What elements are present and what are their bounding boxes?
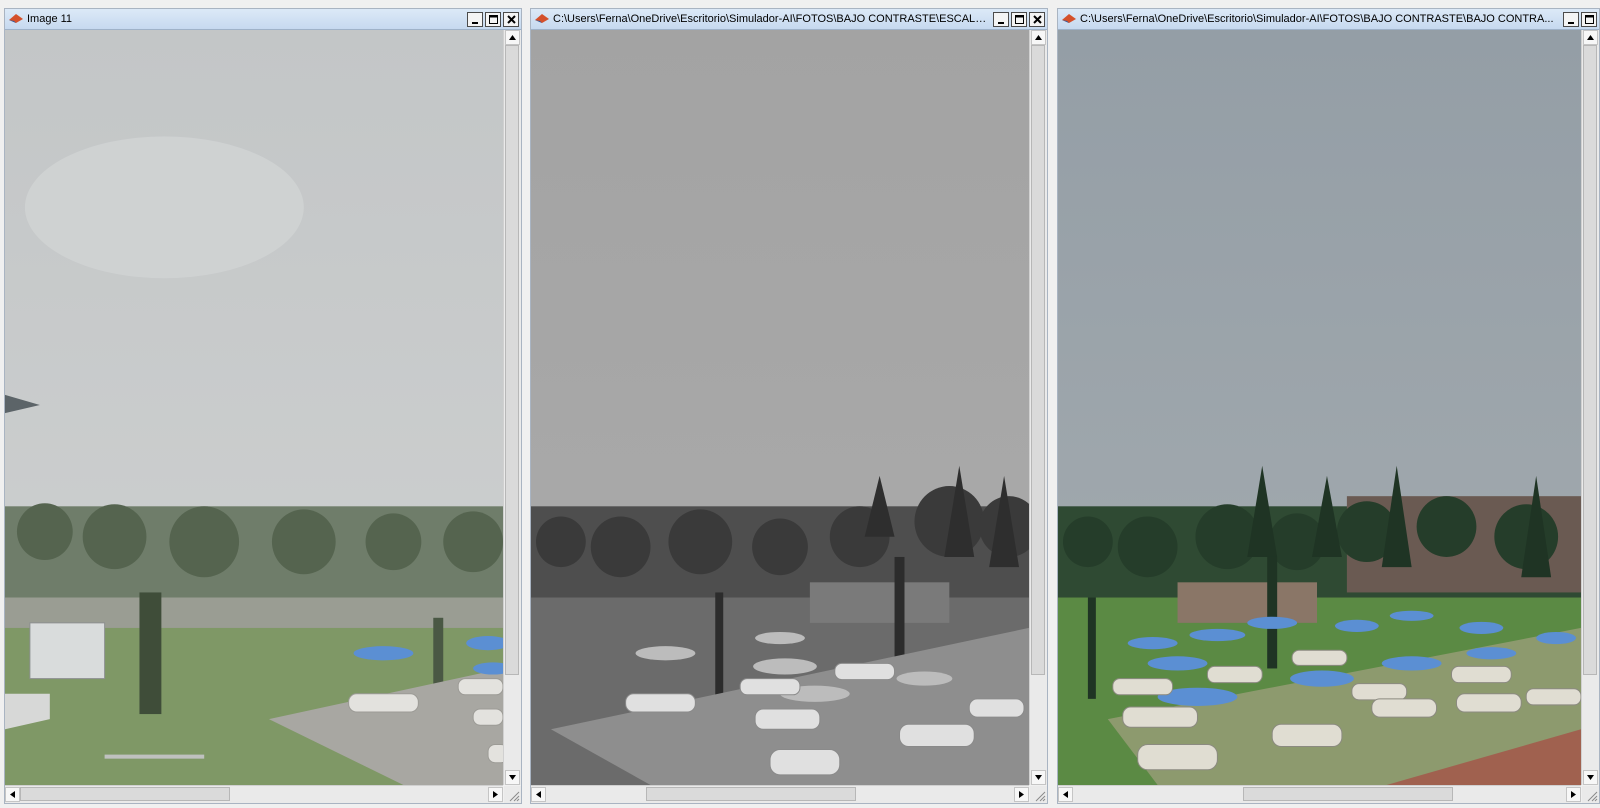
resize-grip-icon bbox=[1587, 791, 1598, 802]
matlab-figure-icon bbox=[535, 14, 549, 23]
vertical-scrollbar[interactable] bbox=[1029, 30, 1047, 785]
matlab-figure-icon bbox=[9, 14, 23, 23]
image-window-3[interactable]: C:\Users\Ferna\OneDrive\Escritorio\Simul… bbox=[1057, 8, 1600, 804]
vertical-scroll-thumb[interactable] bbox=[505, 45, 519, 675]
horizontal-scrollbar[interactable] bbox=[1058, 785, 1581, 803]
scroll-right-button[interactable] bbox=[1014, 787, 1029, 802]
scroll-down-button[interactable] bbox=[1583, 770, 1598, 785]
resize-grip-icon bbox=[1035, 791, 1046, 802]
arrow-left-icon bbox=[1063, 791, 1068, 798]
image-viewport[interactable] bbox=[1058, 30, 1581, 785]
resize-grip[interactable] bbox=[1030, 786, 1047, 803]
arrow-left-icon bbox=[10, 791, 15, 798]
title-bar[interactable]: Image 11 bbox=[5, 9, 521, 30]
resize-grip[interactable] bbox=[504, 786, 521, 803]
scroll-left-button[interactable] bbox=[5, 787, 20, 802]
close-icon bbox=[1032, 14, 1042, 24]
arrow-down-icon bbox=[509, 775, 516, 780]
arrow-left-icon bbox=[536, 791, 541, 798]
vertical-scroll-thumb[interactable] bbox=[1583, 45, 1597, 675]
window-title: Image 11 bbox=[27, 13, 73, 25]
vertical-scrollbar[interactable] bbox=[503, 30, 521, 785]
vertical-scroll-thumb[interactable] bbox=[1031, 45, 1045, 675]
resize-grip-icon bbox=[509, 791, 520, 802]
maximize-button[interactable] bbox=[1011, 11, 1027, 27]
close-icon bbox=[506, 14, 516, 24]
minimize-icon bbox=[997, 21, 1004, 24]
scroll-left-button[interactable] bbox=[1058, 787, 1073, 802]
window-title: C:\Users\Ferna\OneDrive\Escritorio\Simul… bbox=[1080, 13, 1554, 25]
horizontal-scroll-thumb[interactable] bbox=[20, 787, 230, 801]
campus-photo-grayscale bbox=[531, 30, 1029, 785]
image-viewport[interactable] bbox=[531, 30, 1029, 785]
matlab-figure-icon bbox=[1062, 14, 1076, 23]
scroll-up-button[interactable] bbox=[1031, 30, 1046, 45]
title-bar[interactable]: C:\Users\Ferna\OneDrive\Escritorio\Simul… bbox=[531, 9, 1047, 30]
arrow-right-icon bbox=[493, 791, 498, 798]
vertical-scrollbar[interactable] bbox=[1581, 30, 1599, 785]
horizontal-scroll-thumb[interactable] bbox=[1243, 787, 1453, 801]
maximize-icon bbox=[1014, 14, 1024, 24]
arrow-down-icon bbox=[1035, 775, 1042, 780]
campus-photo-color bbox=[1058, 30, 1581, 785]
scroll-right-button[interactable] bbox=[1566, 787, 1581, 802]
horizontal-scrollbar[interactable] bbox=[531, 785, 1029, 803]
close-button[interactable] bbox=[1029, 11, 1045, 27]
image-window-2[interactable]: C:\Users\Ferna\OneDrive\Escritorio\Simul… bbox=[530, 8, 1048, 804]
title-bar[interactable]: C:\Users\Ferna\OneDrive\Escritorio\Simul… bbox=[1058, 9, 1599, 30]
maximize-button[interactable] bbox=[1581, 11, 1597, 27]
minimize-icon bbox=[1567, 21, 1574, 24]
arrow-down-icon bbox=[1587, 775, 1594, 780]
close-button[interactable] bbox=[503, 11, 519, 27]
arrow-up-icon bbox=[1035, 35, 1042, 40]
scroll-up-button[interactable] bbox=[1583, 30, 1598, 45]
scroll-up-button[interactable] bbox=[505, 30, 520, 45]
minimize-button[interactable] bbox=[993, 11, 1009, 27]
maximize-icon bbox=[488, 14, 498, 24]
scroll-down-button[interactable] bbox=[1031, 770, 1046, 785]
scroll-down-button[interactable] bbox=[505, 770, 520, 785]
horizontal-scroll-thumb[interactable] bbox=[646, 787, 856, 801]
scroll-left-button[interactable] bbox=[531, 787, 546, 802]
image-window-1[interactable]: Image 11 bbox=[4, 8, 522, 804]
minimize-button[interactable] bbox=[1563, 11, 1579, 27]
arrow-right-icon bbox=[1571, 791, 1576, 798]
campus-photo-washed bbox=[5, 30, 503, 785]
maximize-button[interactable] bbox=[485, 11, 501, 27]
arrow-up-icon bbox=[509, 35, 516, 40]
minimize-button[interactable] bbox=[467, 11, 483, 27]
image-viewport[interactable] bbox=[5, 30, 503, 785]
horizontal-scrollbar[interactable] bbox=[5, 785, 503, 803]
scroll-right-button[interactable] bbox=[488, 787, 503, 802]
maximize-icon bbox=[1584, 14, 1594, 24]
arrow-right-icon bbox=[1019, 791, 1024, 798]
window-title: C:\Users\Ferna\OneDrive\Escritorio\Simul… bbox=[553, 13, 991, 25]
minimize-icon bbox=[471, 21, 478, 24]
resize-grip[interactable] bbox=[1582, 786, 1599, 803]
arrow-up-icon bbox=[1587, 35, 1594, 40]
